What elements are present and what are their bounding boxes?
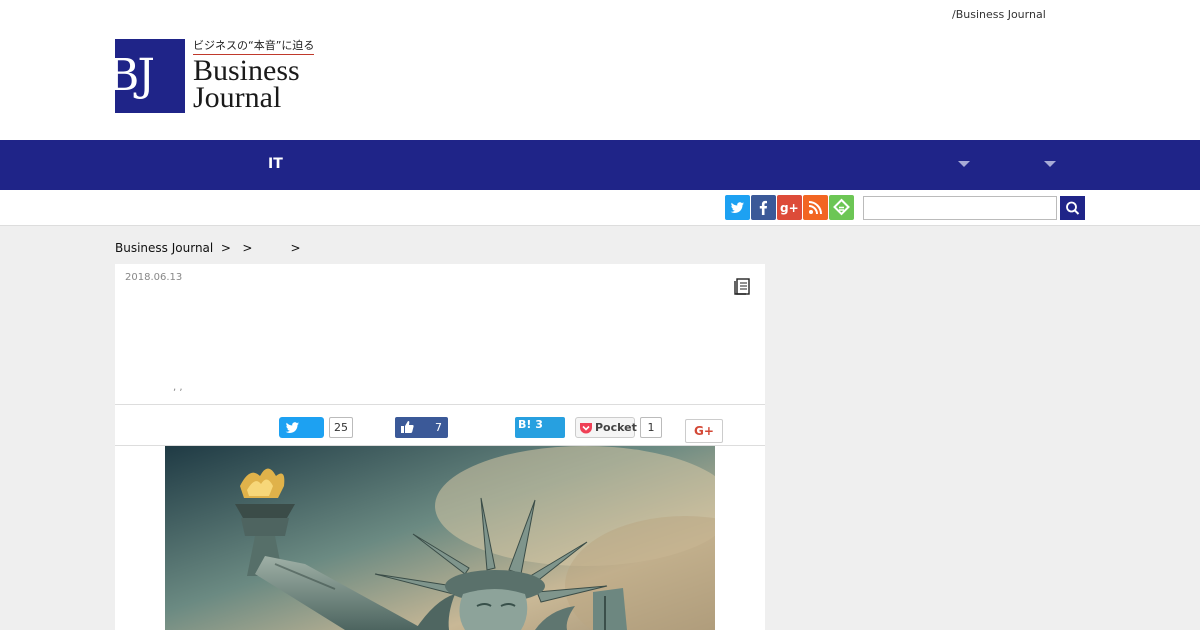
thumbs-up-icon <box>401 421 414 433</box>
search-icon <box>1066 201 1080 215</box>
site-logo[interactable]: BJ ビジネスの“本音”に迫る Business Journal <box>115 37 315 117</box>
search-button[interactable] <box>1060 196 1085 220</box>
logo-wordmark-journal: Journal <box>193 81 282 114</box>
document-copy-icon[interactable] <box>732 276 752 296</box>
facebook-like-count: 7 <box>435 421 442 434</box>
feedly-icon[interactable] <box>829 195 854 220</box>
breadcrumb[interactable]: Business Journal > > > <box>115 241 301 255</box>
hatena-bookmark-button[interactable]: B! 3 <box>515 417 565 438</box>
twitter-share-button[interactable] <box>279 417 324 438</box>
article-date: 2018.06.13 <box>125 272 183 283</box>
chevron-down-icon[interactable] <box>958 161 970 167</box>
twitter-share-count: 25 <box>329 417 353 438</box>
twitter-icon[interactable] <box>725 195 750 220</box>
logo-mark: BJ <box>115 39 185 113</box>
nav-item-it[interactable]: IT <box>268 156 283 172</box>
rss-icon[interactable] <box>803 195 828 220</box>
social-search-bar: g+ <box>0 190 1200 226</box>
main-nav: IT <box>0 140 1200 190</box>
article-byline: , , <box>173 382 183 393</box>
search-input[interactable] <box>863 196 1057 220</box>
chevron-down-icon[interactable] <box>1044 161 1056 167</box>
google-plus-share-button[interactable]: G+ <box>685 419 723 443</box>
svg-text:g+: g+ <box>780 201 799 215</box>
share-bar: 25 7 B! 3 Pocket 1 G+ <box>115 404 765 446</box>
logo-tagline: ビジネスの“本音”に迫る <box>193 37 315 55</box>
article-image-statue-of-liberty <box>165 446 715 630</box>
google-plus-icon[interactable]: g+ <box>777 195 802 220</box>
google-plus-icon: G+ <box>694 424 714 438</box>
pocket-count: 1 <box>640 417 662 438</box>
article-card: 2018.06.13 , , 25 7 B! 3 Pocket 1 G+ <box>115 264 765 630</box>
pocket-icon <box>580 423 592 434</box>
top-site-link[interactable]: /Business Journal <box>952 8 1046 21</box>
facebook-icon[interactable] <box>751 195 776 220</box>
pocket-button[interactable]: Pocket <box>575 417 637 438</box>
twitter-icon <box>285 422 299 433</box>
facebook-like-button[interactable]: 7 <box>395 417 448 438</box>
